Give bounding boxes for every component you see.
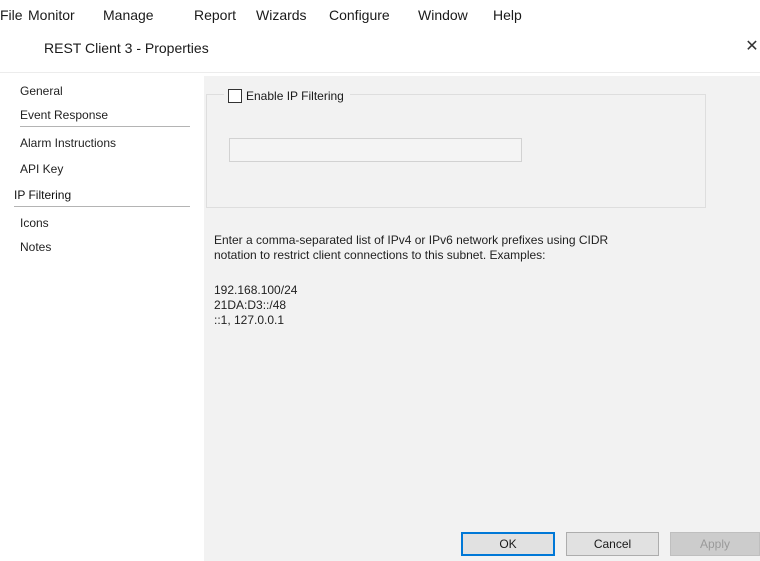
menu-report[interactable]: Report: [194, 7, 236, 23]
nav-item-ip-filtering[interactable]: IP Filtering: [14, 184, 190, 207]
enable-ip-filtering-label[interactable]: Enable IP Filtering: [246, 89, 344, 103]
title-divider: [0, 72, 760, 73]
nav-item-label: API Key: [20, 162, 64, 176]
nav-item-label: Event Response: [20, 108, 109, 122]
ip-prefix-input[interactable]: [229, 138, 522, 162]
help-line: notation to restrict client connections …: [214, 248, 546, 262]
nav-item-notes[interactable]: Notes: [20, 236, 190, 258]
nav-item-alarm-instructions[interactable]: Alarm Instructions: [20, 132, 190, 154]
menu-wizards[interactable]: Wizards: [256, 7, 307, 23]
example-line: 21DA:D3::/48: [214, 298, 287, 312]
nav-item-icons[interactable]: Icons: [20, 212, 190, 234]
nav-item-label: IP Filtering: [14, 188, 72, 202]
nav-item-label: Icons: [20, 216, 49, 230]
help-line: Enter a comma-separated list of IPv4 or …: [214, 233, 609, 247]
enable-ip-filtering-checkbox[interactable]: [228, 89, 242, 103]
menu-bar: File Monitor Manage Report Wizards Confi…: [0, 0, 760, 30]
dialog-title: REST Client 3 - Properties: [44, 40, 209, 56]
menu-manage[interactable]: Manage: [103, 7, 154, 23]
nav-item-label: Notes: [20, 240, 52, 254]
cancel-button[interactable]: Cancel: [566, 532, 659, 556]
enable-ip-filtering-row[interactable]: Enable IP Filtering: [224, 86, 350, 106]
menu-window[interactable]: Window: [418, 7, 468, 23]
example-line: 192.168.100/24: [214, 283, 298, 297]
apply-button[interactable]: Apply: [670, 532, 760, 556]
nav-item-api-key[interactable]: API Key: [20, 158, 190, 180]
menu-help[interactable]: Help: [493, 7, 522, 23]
nav-item-general[interactable]: General: [20, 80, 190, 102]
example-line: ::1, 127.0.0.1: [214, 313, 285, 327]
close-icon[interactable]: ✕: [744, 38, 760, 56]
nav-item-label: General: [20, 84, 63, 98]
nav-item-event-response[interactable]: Event Response: [20, 104, 190, 127]
ok-button[interactable]: OK: [461, 532, 555, 556]
menu-file[interactable]: File: [0, 7, 23, 23]
ip-filtering-help-text: Enter a comma-separated list of IPv4 or …: [214, 233, 734, 263]
menu-monitor[interactable]: Monitor: [28, 7, 75, 23]
cidr-examples: 192.168.100/24 21DA:D3::/48 ::1, 127.0.0…: [214, 283, 297, 328]
menu-configure[interactable]: Configure: [329, 7, 390, 23]
properties-nav: General Event Response Alarm Instruction…: [14, 76, 190, 561]
nav-item-label: Alarm Instructions: [20, 136, 117, 150]
